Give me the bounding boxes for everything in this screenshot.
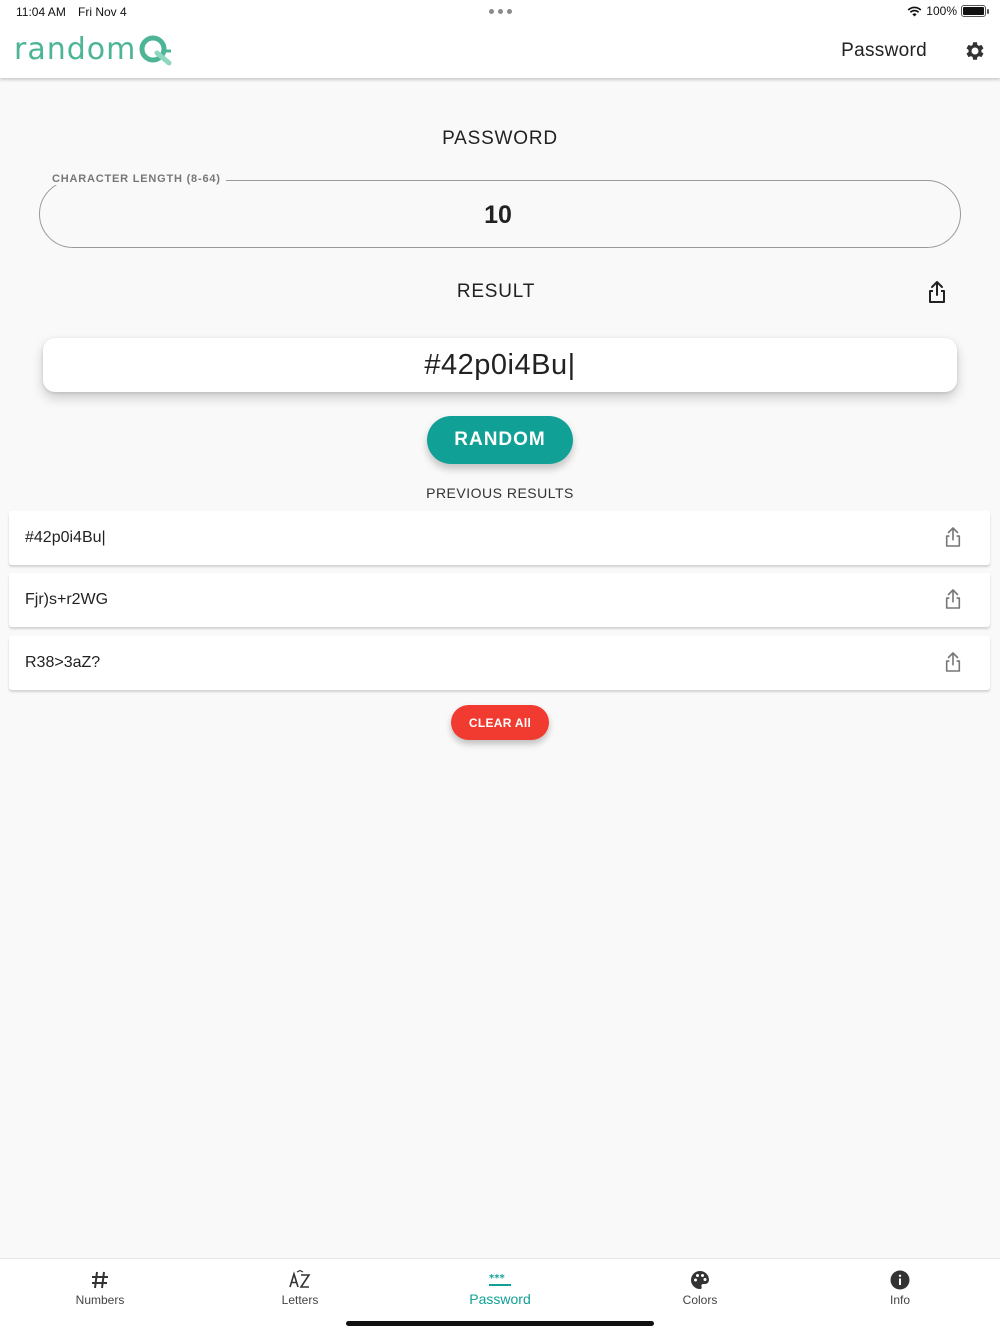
status-right: 100% [907, 4, 989, 18]
list-item[interactable]: R38>3aZ? [9, 636, 990, 690]
app-header: random Password [0, 24, 1000, 78]
hash-icon [0, 1269, 200, 1291]
battery-percent: 100% [926, 4, 957, 18]
password-icon: *** [400, 1269, 600, 1291]
random-button[interactable]: RANDOM [427, 416, 573, 464]
multitasking-dots-icon[interactable] [489, 9, 512, 14]
clear-all-button[interactable]: CLEAR All [451, 705, 549, 740]
nav-label: Info [889, 1293, 910, 1307]
status-bar: 11:04 AM Fri Nov 4 100% [0, 0, 1000, 24]
section-title: PASSWORD [442, 128, 558, 149]
settings-gear-icon[interactable] [962, 39, 986, 63]
list-item[interactable]: Fjr)s+r2WG [9, 573, 990, 627]
nav-label: Numbers [75, 1293, 125, 1307]
nav-item-colors[interactable]: Colors [600, 1259, 800, 1319]
status-time: 11:04 AM [16, 5, 66, 19]
header-title: Password [841, 40, 927, 61]
history-text: Fjr)s+r2WG [25, 591, 109, 608]
nav-item-password[interactable]: *** Password [400, 1259, 600, 1319]
status-date: Fri Nov 4 [78, 5, 127, 19]
az-icon [200, 1269, 400, 1291]
wifi-icon [907, 6, 922, 16]
history-text: #42p0i4Bu| [25, 529, 106, 546]
logo-q-icon [139, 35, 172, 65]
nav-label: Colors [682, 1293, 718, 1307]
history-text: R38>3aZ? [25, 654, 101, 671]
info-icon [800, 1269, 1000, 1291]
battery-icon [961, 5, 989, 17]
nav-item-info[interactable]: Info [800, 1259, 1000, 1319]
logo-text: random [14, 32, 137, 67]
share-icon[interactable] [944, 526, 962, 548]
previous-results-title: PREVIOUS RESULTS [426, 485, 574, 501]
app-logo: random [14, 32, 172, 67]
palette-icon [600, 1269, 800, 1291]
share-icon[interactable] [944, 588, 962, 610]
result-display[interactable]: #42p0i4Bu| [43, 338, 957, 392]
result-share-icon[interactable] [927, 280, 947, 304]
character-length-label: CHARACTER LENGTH (8-64) [47, 173, 226, 185]
svg-text:***: *** [489, 1273, 505, 1284]
list-item[interactable]: #42p0i4Bu| [9, 511, 990, 565]
share-icon[interactable] [944, 651, 962, 673]
nav-label: Letters [281, 1293, 319, 1307]
character-length-value[interactable]: 10 [0, 201, 996, 230]
nav-item-letters[interactable]: Letters [200, 1259, 400, 1319]
result-title: RESULT [456, 281, 536, 302]
nav-item-numbers[interactable]: Numbers [0, 1259, 200, 1319]
home-indicator[interactable] [346, 1321, 654, 1326]
nav-label: Password [469, 1291, 531, 1307]
